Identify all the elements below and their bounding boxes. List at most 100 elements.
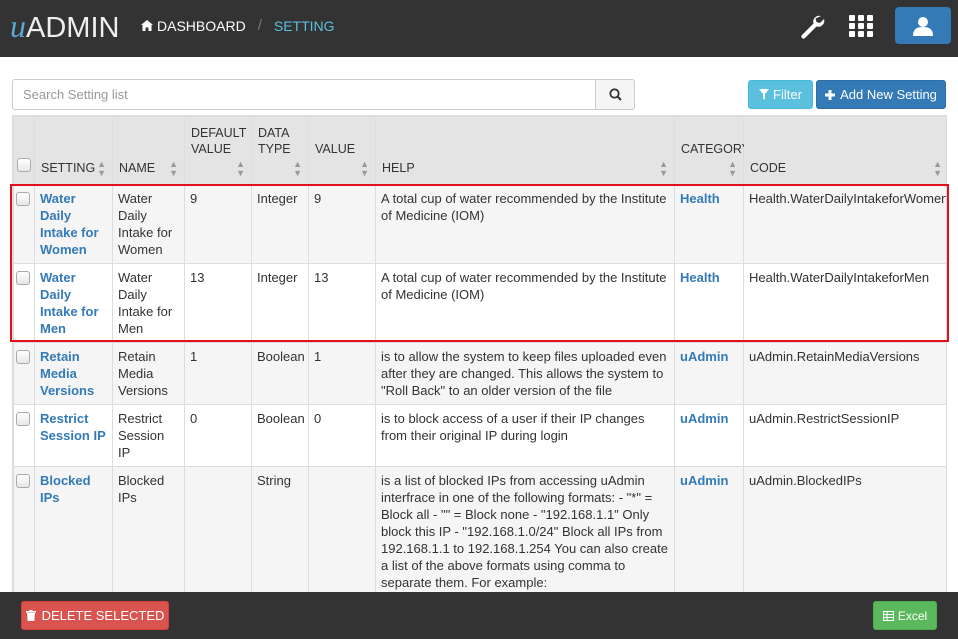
category-link[interactable]: uAdmin	[674, 466, 744, 592]
default-value-cell: 1	[184, 342, 252, 405]
sort-icon[interactable]: ▲ ▼	[659, 160, 668, 178]
value-cell: 1	[308, 342, 376, 405]
apps-grid-icon[interactable]	[846, 11, 876, 41]
breadcrumb-setting[interactable]: SETTING	[274, 18, 335, 34]
name-cell: Restrict Session IP	[112, 404, 185, 467]
setting-link[interactable]: Water Daily Intake for Women	[34, 184, 113, 264]
row-checkbox[interactable]	[16, 350, 30, 364]
search-icon	[608, 88, 622, 101]
excel-export-button[interactable]: Excel	[873, 601, 937, 630]
help-cell: is to allow the system to keep files upl…	[375, 342, 675, 405]
row-checkbox[interactable]	[16, 474, 30, 488]
table-icon	[882, 610, 894, 621]
setting-link[interactable]: Restrict Session IP	[34, 404, 113, 467]
default-value-cell: 0	[184, 404, 252, 467]
row-checkbox[interactable]	[16, 412, 30, 426]
select-all-header	[13, 116, 35, 185]
help-cell: is a list of blocked IPs from accessing …	[375, 466, 675, 592]
row-checkbox[interactable]	[16, 271, 30, 285]
table-row[interactable]: Water Daily Intake for Women Water Daily…	[13, 184, 946, 264]
search-bar	[12, 79, 635, 110]
breadcrumb-dashboard[interactable]: DASHBOARD	[141, 18, 246, 34]
bottom-action-bar: DELETE SELECTED Excel	[0, 592, 958, 639]
row-select-cell	[13, 466, 35, 592]
sort-icon[interactable]: ▲ ▼	[236, 160, 245, 178]
row-select-cell	[13, 342, 35, 405]
value-cell: 9	[308, 184, 376, 264]
value-cell	[308, 466, 376, 592]
wrench-icon[interactable]	[797, 11, 827, 41]
name-cell: Retain Media Versions	[112, 342, 185, 405]
header-category[interactable]: CATEGORY ▲ ▼	[674, 116, 750, 185]
name-cell: Water Daily Intake for Men	[112, 263, 185, 343]
row-checkbox[interactable]	[16, 192, 30, 206]
category-link[interactable]: uAdmin	[674, 342, 744, 405]
trash-icon	[25, 610, 36, 621]
setting-link[interactable]: Blocked IPs	[34, 466, 113, 592]
code-cell: Health.WaterDailyIntakeforWomen	[743, 184, 946, 264]
value-cell: 0	[308, 404, 376, 467]
data-type-cell: Boolean	[251, 404, 309, 467]
add-new-setting-button[interactable]: Add New Setting	[816, 80, 946, 109]
header-setting[interactable]: SETTING ▲ ▼	[34, 116, 113, 185]
default-value-cell	[184, 466, 252, 592]
default-value-cell: 13	[184, 263, 252, 343]
data-type-cell: Integer	[251, 263, 309, 343]
sort-icon[interactable]: ▲ ▼	[933, 160, 942, 178]
plus-icon	[825, 89, 836, 100]
sort-icon[interactable]: ▲ ▼	[97, 160, 106, 178]
search-button[interactable]	[596, 79, 635, 110]
header-data-type[interactable]: DATA TYPE ▲ ▼	[251, 116, 309, 185]
help-cell: A total cup of water recommended by the …	[375, 184, 675, 264]
header-help[interactable]: HELP ▲ ▼	[375, 116, 675, 185]
default-value-cell: 9	[184, 184, 252, 264]
value-cell: 13	[308, 263, 376, 343]
delete-selected-button[interactable]: DELETE SELECTED	[21, 601, 169, 630]
filter-button[interactable]: Filter	[748, 80, 813, 109]
code-cell: uAdmin.RetainMediaVersions	[743, 342, 946, 405]
table-header-row: SETTING ▲ ▼ NAME ▲ ▼ DEFAULT VALUE ▲ ▼ DATA TYPE…	[13, 116, 946, 185]
breadcrumb-separator: /	[257, 17, 262, 34]
data-type-cell: Integer	[251, 184, 309, 264]
help-cell: is to block access of a user if their IP…	[375, 404, 675, 467]
row-select-cell	[13, 184, 35, 264]
code-cell: Health.WaterDailyIntakeforMen	[743, 263, 946, 343]
row-select-cell	[13, 263, 35, 343]
table-row[interactable]: Retain Media Versions Retain Media Versi…	[13, 342, 946, 405]
sort-icon[interactable]: ▲ ▼	[728, 160, 737, 178]
breadcrumb: DASHBOARD / SETTING	[141, 17, 335, 34]
code-cell: uAdmin.BlockedIPs	[743, 466, 946, 592]
data-type-cell: String	[251, 466, 309, 592]
data-type-cell: Boolean	[251, 342, 309, 405]
select-all-checkbox[interactable]	[17, 158, 31, 172]
top-navbar: uADMIN DASHBOARD / SETTING	[0, 0, 958, 57]
user-menu-button[interactable]	[895, 7, 951, 44]
setting-link[interactable]: Water Daily Intake for Men	[34, 263, 113, 343]
filter-icon	[759, 89, 770, 100]
setting-link[interactable]: Retain Media Versions	[34, 342, 113, 405]
sort-icon[interactable]: ▲ ▼	[169, 160, 178, 178]
header-code[interactable]: CODE ▲ ▼	[743, 116, 946, 185]
category-link[interactable]: uAdmin	[674, 404, 744, 467]
sort-icon[interactable]: ▲ ▼	[293, 160, 302, 178]
home-icon	[141, 20, 153, 31]
header-value[interactable]: VALUE ▲ ▼	[308, 116, 376, 185]
help-cell: A total cup of water recommended by the …	[375, 263, 675, 343]
table-row[interactable]: Water Daily Intake for Men Water Daily I…	[13, 263, 946, 343]
name-cell: Blocked IPs	[112, 466, 185, 592]
app-logo[interactable]: uADMIN	[10, 8, 119, 45]
settings-table-container: SETTING ▲ ▼ NAME ▲ ▼ DEFAULT VALUE ▲ ▼ DATA TYPE…	[12, 115, 947, 592]
sort-icon[interactable]: ▲ ▼	[360, 160, 369, 178]
table-row[interactable]: Restrict Session IP Restrict Session IP …	[13, 404, 946, 467]
settings-table: SETTING ▲ ▼ NAME ▲ ▼ DEFAULT VALUE ▲ ▼ DATA TYPE…	[13, 116, 946, 592]
category-link[interactable]: Health	[674, 263, 744, 343]
category-link[interactable]: Health	[674, 184, 744, 264]
name-cell: Water Daily Intake for Women	[112, 184, 185, 264]
table-row[interactable]: Blocked IPs Blocked IPs String is a list…	[13, 466, 946, 592]
row-select-cell	[13, 404, 35, 467]
header-name[interactable]: NAME ▲ ▼	[112, 116, 185, 185]
search-input[interactable]	[12, 79, 596, 110]
header-default-value[interactable]: DEFAULT VALUE ▲ ▼	[184, 116, 252, 185]
code-cell: uAdmin.RestrictSessionIP	[743, 404, 946, 467]
user-icon	[913, 16, 933, 36]
